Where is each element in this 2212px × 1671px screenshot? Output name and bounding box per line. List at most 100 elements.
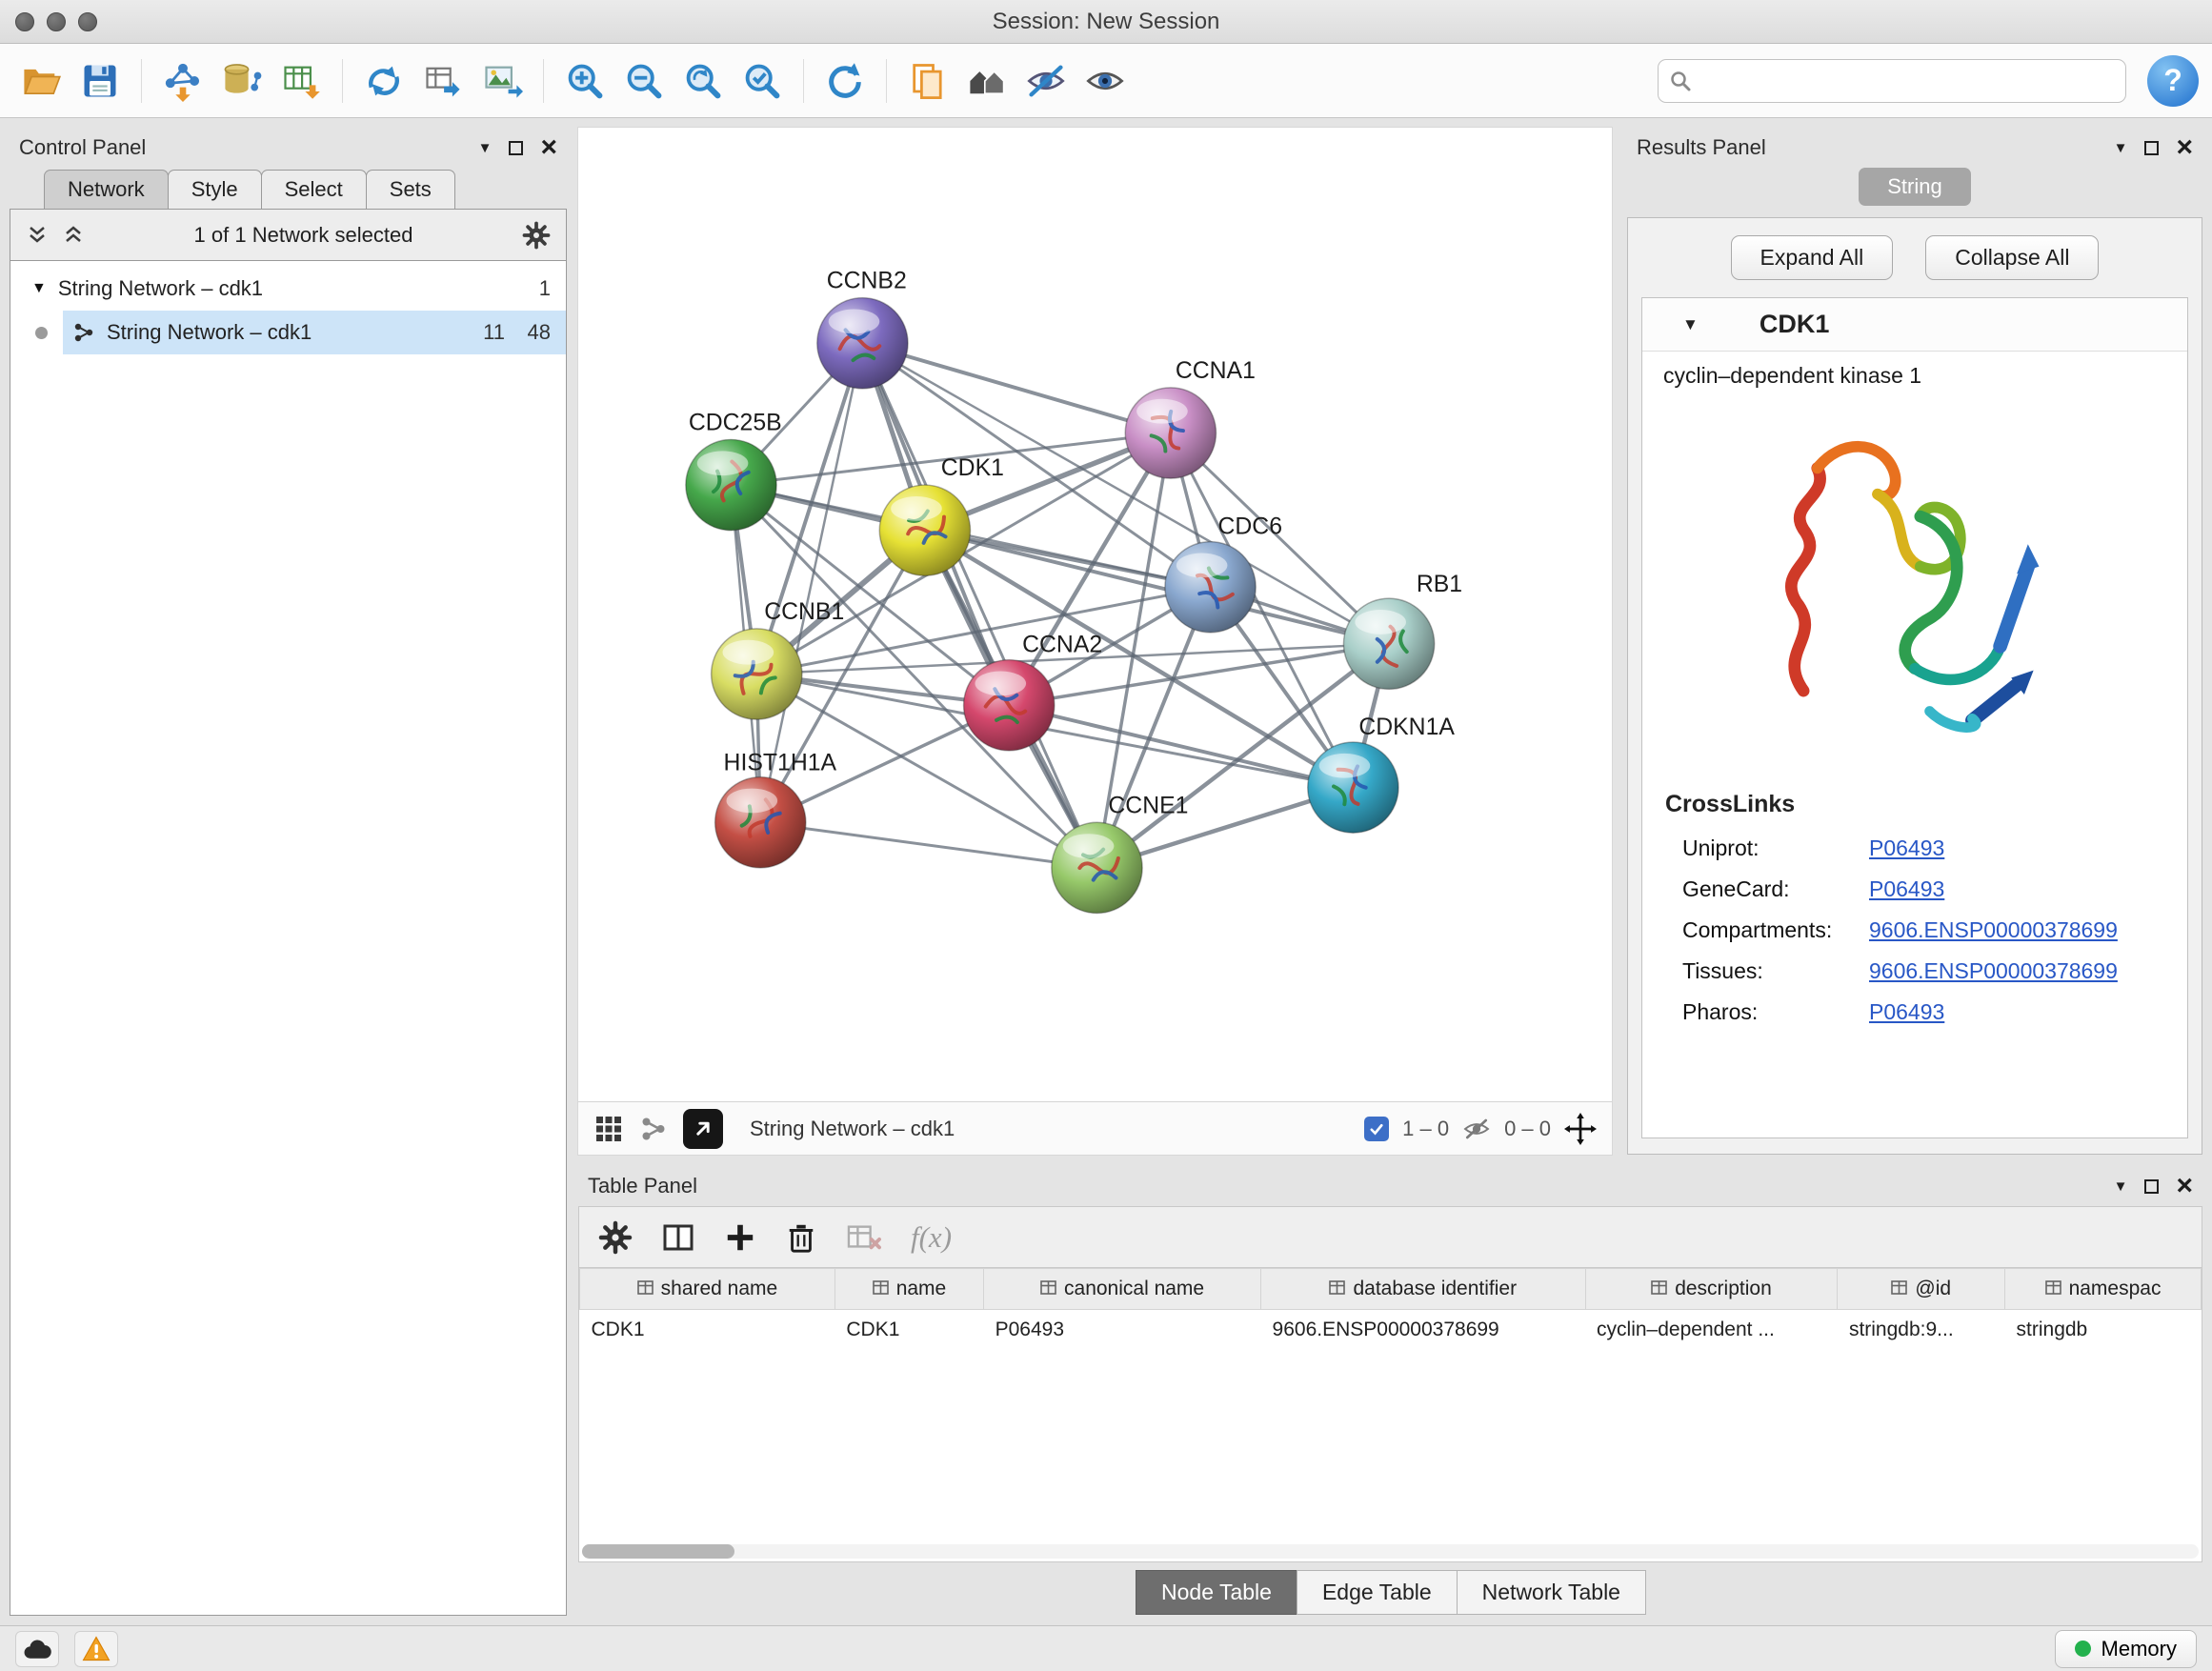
export-table-button[interactable]	[415, 51, 471, 111]
network-row-body[interactable]: String Network – cdk1 11 48	[63, 311, 566, 354]
pan-crosshair-icon[interactable]	[1564, 1113, 1597, 1145]
tab-string[interactable]: String	[1859, 168, 1970, 206]
table-cell[interactable]: CDK1	[580, 1310, 835, 1351]
collapse-panel-icon[interactable]: ▼	[2114, 141, 2128, 155]
cloud-status-button[interactable]	[15, 1631, 59, 1667]
column-header[interactable]: canonical name	[984, 1269, 1261, 1310]
help-button[interactable]: ?	[2147, 55, 2199, 107]
zoom-fit-button[interactable]	[675, 51, 731, 111]
tab-network[interactable]: Network	[44, 170, 169, 209]
column-header[interactable]: @id	[1838, 1269, 2005, 1310]
column-header[interactable]: name	[835, 1269, 983, 1310]
collapse-all-button[interactable]: Collapse All	[1925, 235, 2099, 280]
tab-style[interactable]: Style	[168, 170, 262, 209]
horizontal-scrollbar[interactable]	[582, 1544, 2199, 1559]
node-CDKN1A[interactable]	[1308, 742, 1398, 833]
table-cell[interactable]: CDK1	[835, 1310, 983, 1351]
import-network-button[interactable]	[155, 51, 211, 111]
table-cell[interactable]: stringdb	[2005, 1310, 2202, 1351]
column-header[interactable]: namespac	[2005, 1269, 2202, 1310]
warnings-button[interactable]	[74, 1631, 118, 1667]
export-image-button[interactable]	[474, 51, 530, 111]
node-CDC25B[interactable]	[686, 439, 776, 530]
table-cell[interactable]: cyclin–dependent ...	[1585, 1310, 1838, 1351]
duplicate-document-button[interactable]	[900, 51, 955, 111]
zoom-window-button[interactable]	[78, 12, 97, 31]
zoom-selected-button[interactable]	[734, 51, 790, 111]
collapse-all-icon[interactable]	[26, 224, 49, 247]
node-CCNA1[interactable]	[1125, 388, 1216, 478]
crosslink-link[interactable]: P06493	[1869, 836, 1944, 861]
expand-all-icon[interactable]	[62, 224, 85, 247]
collection-row[interactable]: ▼ String Network – cdk1 1	[10, 267, 566, 311]
add-column-button[interactable]	[724, 1221, 756, 1254]
network-canvas[interactable]: CCNB2CCNA1CDC25BCDK1CDC6RB1CCNB1CCNA2CDK…	[578, 128, 1612, 1101]
edge-CCNB2-CCNA1[interactable]	[862, 343, 1170, 433]
close-panel-icon[interactable]: ×	[540, 136, 557, 159]
tab-sets[interactable]: Sets	[366, 170, 455, 209]
node-CCNA2[interactable]	[964, 660, 1055, 751]
save-session-button[interactable]	[72, 51, 128, 111]
birdseye-icon[interactable]	[639, 1115, 668, 1143]
node-CCNB2[interactable]	[817, 298, 908, 389]
node-HIST1H1A[interactable]	[715, 777, 806, 868]
import-table-button[interactable]	[273, 51, 329, 111]
close-panel-icon[interactable]: ×	[2176, 1175, 2193, 1198]
zoom-in-button[interactable]	[557, 51, 613, 111]
table-row[interactable]: CDK1CDK1P064939606.ENSP00000378699cyclin…	[580, 1310, 2202, 1351]
disclosure-triangle-icon[interactable]: ▼	[31, 280, 47, 297]
edge-CDK1-RB1[interactable]	[925, 531, 1389, 644]
minimize-window-button[interactable]	[47, 12, 66, 31]
export-network-button[interactable]	[356, 51, 412, 111]
function-builder-button[interactable]: f(x)	[911, 1220, 952, 1255]
selected-checkbox[interactable]	[1364, 1117, 1389, 1141]
tab-select[interactable]: Select	[261, 170, 367, 209]
collapse-panel-icon[interactable]: ▼	[2114, 1179, 2128, 1194]
disclosure-triangle-icon[interactable]: ▼	[1682, 315, 1699, 334]
network-graph[interactable]: CCNB2CCNA1CDC25BCDK1CDC6RB1CCNB1CCNA2CDK…	[578, 128, 1612, 1101]
crosslink-link[interactable]: P06493	[1869, 999, 1944, 1025]
column-header[interactable]: description	[1585, 1269, 1838, 1310]
tab-network-table[interactable]: Network Table	[1457, 1570, 1646, 1615]
table-cell[interactable]: stringdb:9...	[1838, 1310, 2005, 1351]
zoom-out-button[interactable]	[616, 51, 672, 111]
column-header[interactable]: shared name	[580, 1269, 835, 1310]
collapse-panel-icon[interactable]: ▼	[478, 141, 493, 155]
node-CCNE1[interactable]	[1052, 822, 1142, 913]
node-CCNB1[interactable]	[712, 629, 802, 719]
show-columns-button[interactable]	[661, 1220, 695, 1255]
grid-icon[interactable]	[593, 1114, 624, 1144]
crosslink-link[interactable]: P06493	[1869, 876, 1944, 902]
close-window-button[interactable]	[15, 12, 34, 31]
table-cell[interactable]: P06493	[984, 1310, 1261, 1351]
node-CDK1[interactable]	[879, 485, 970, 575]
float-panel-icon[interactable]	[2144, 141, 2159, 155]
tab-edge-table[interactable]: Edge Table	[1297, 1570, 1458, 1615]
open-session-button[interactable]	[13, 51, 69, 111]
delete-column-button[interactable]	[785, 1221, 817, 1254]
memory-button[interactable]: Memory	[2055, 1630, 2197, 1668]
open-in-new-window-button[interactable]	[683, 1109, 723, 1149]
gear-icon[interactable]	[522, 221, 551, 250]
close-panel-icon[interactable]: ×	[2176, 136, 2193, 159]
crosslink-link[interactable]: 9606.ENSP00000378699	[1869, 958, 2118, 984]
crosslink-link[interactable]: 9606.ENSP00000378699	[1869, 917, 2118, 943]
edge-HIST1H1A-CCNE1[interactable]	[760, 822, 1096, 868]
tab-node-table[interactable]: Node Table	[1136, 1570, 1297, 1615]
import-network-from-database-button[interactable]	[214, 51, 270, 111]
network-row[interactable]: String Network – cdk1 11 48	[10, 311, 566, 354]
home-view-button[interactable]	[959, 51, 1015, 111]
column-header[interactable]: database identifier	[1261, 1269, 1586, 1310]
table-settings-button[interactable]	[598, 1220, 633, 1255]
scrollbar-thumb[interactable]	[582, 1544, 734, 1559]
expand-all-button[interactable]: Expand All	[1731, 235, 1894, 280]
node-RB1[interactable]	[1343, 598, 1434, 689]
search-input[interactable]	[1700, 70, 2114, 92]
hide-selected-button[interactable]	[1018, 51, 1074, 111]
table-cell[interactable]: 9606.ENSP00000378699	[1261, 1310, 1586, 1351]
protein-card-header[interactable]: ▼ CDK1	[1642, 298, 2187, 352]
show-all-button[interactable]	[1077, 51, 1133, 111]
float-panel-icon[interactable]	[509, 141, 523, 155]
node-CDC6[interactable]	[1165, 542, 1256, 633]
edge-CCNB2-CCNE1[interactable]	[862, 343, 1096, 868]
